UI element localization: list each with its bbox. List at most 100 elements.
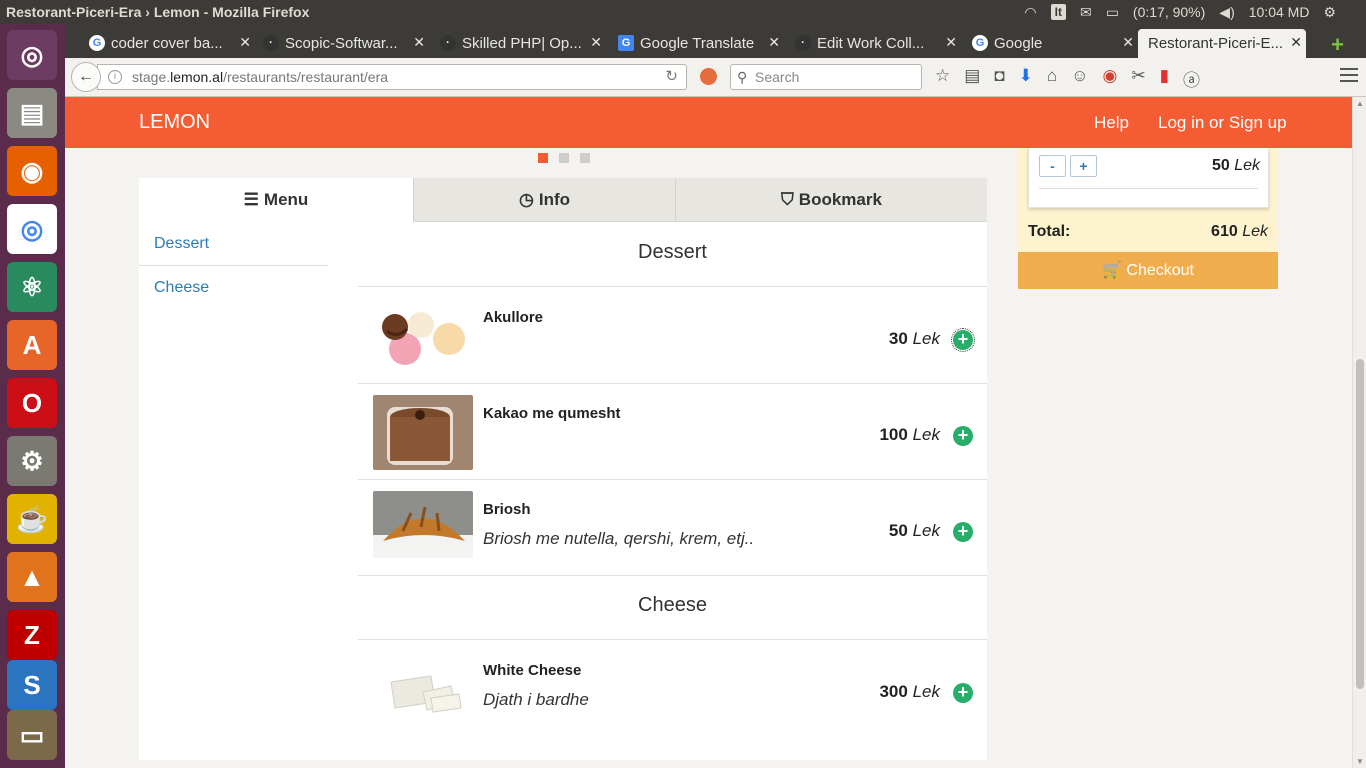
extension-color-icon[interactable]: ◉ xyxy=(1102,66,1117,91)
browser-tab[interactable]: · Edit Work Coll... ✕ xyxy=(793,29,961,58)
close-tab-icon[interactable]: ✕ xyxy=(768,34,780,51)
search-input[interactable]: ⚲ Search xyxy=(730,64,922,90)
teapot-app-icon[interactable]: ☕ xyxy=(7,494,57,544)
new-tab-icon[interactable]: + xyxy=(1331,32,1344,58)
extension-red-icon[interactable]: ▮ xyxy=(1160,66,1169,91)
system-settings-icon[interactable]: ⚙ xyxy=(7,436,57,486)
mail-icon[interactable]: ✉ xyxy=(1080,4,1092,21)
bookmark-star-icon[interactable]: ☆ xyxy=(935,66,950,91)
ubuntu-dash-icon[interactable]: ◎ xyxy=(7,30,57,80)
cheese-image xyxy=(373,652,473,727)
opera-icon[interactable]: O xyxy=(7,378,57,428)
battery-icon[interactable]: ▭ xyxy=(1106,4,1119,21)
browser-tab[interactable]: · Scopic-Softwar... ✕ xyxy=(261,29,429,58)
category-cheese[interactable]: Cheese xyxy=(139,266,328,310)
reload-icon[interactable]: ↻ xyxy=(665,65,678,89)
close-tab-icon[interactable]: ✕ xyxy=(239,34,251,51)
add-to-cart-icon[interactable]: + xyxy=(953,683,973,703)
item-price: 30 Lek xyxy=(888,329,940,348)
category-dessert[interactable]: Dessert xyxy=(139,222,328,266)
toolbar-icons: ☆ ▤ ◘ ⬇ ⌂ ☺ ◉ ✂ ▮ ⓐ xyxy=(935,66,1200,91)
add-to-cart-icon[interactable]: + xyxy=(951,328,975,352)
tab-bookmark-label: Bookmark xyxy=(798,189,882,209)
search-icon: ⚲ xyxy=(737,69,748,85)
vlc-icon[interactable]: ▲ xyxy=(7,552,57,602)
carousel-dot[interactable] xyxy=(559,153,569,163)
home-icon[interactable]: ⌂ xyxy=(1047,66,1057,91)
close-tab-icon[interactable]: ✕ xyxy=(1122,34,1134,51)
skype-icon[interactable]: S xyxy=(7,660,57,710)
increase-quantity-button[interactable]: + xyxy=(1070,155,1097,177)
back-button[interactable]: ← xyxy=(71,62,101,92)
add-to-cart-icon[interactable]: + xyxy=(953,522,973,542)
croissant-image xyxy=(373,491,473,566)
browser-tab-active[interactable]: Restorant-Piceri-E... ✕ xyxy=(1138,29,1306,58)
bookmark-icon: ⛉ xyxy=(781,189,794,209)
decrease-quantity-button[interactable]: - xyxy=(1039,155,1066,177)
firefox-icon[interactable]: ◉ xyxy=(7,146,57,196)
download-icon[interactable]: ⬇ xyxy=(1019,66,1033,91)
adblock-icon[interactable]: ⓐ xyxy=(1183,66,1200,91)
keyboard-layout-indicator[interactable]: It xyxy=(1050,4,1066,20)
software-center-icon[interactable]: A xyxy=(7,320,57,370)
tab-info[interactable]: ◷ Info xyxy=(413,178,675,222)
tab-info-label: Info xyxy=(538,189,570,209)
translate-icon: G xyxy=(618,35,634,51)
browser-tab[interactable]: G coder cover ba... ✕ xyxy=(87,29,255,58)
clock-icon: ◷ xyxy=(519,189,534,209)
reading-list-icon[interactable]: ▤ xyxy=(964,66,980,91)
tab-label: Google Translate xyxy=(640,35,755,52)
close-tab-icon[interactable]: ✕ xyxy=(1290,34,1302,51)
scrollbar-thumb[interactable] xyxy=(1356,359,1364,689)
tab-menu[interactable]: ☰ Menu xyxy=(139,178,413,222)
tab-bookmark[interactable]: ⛉ Bookmark xyxy=(675,178,987,222)
scroll-up-icon[interactable]: ▲ xyxy=(1356,99,1364,108)
files-icon[interactable]: ▤ xyxy=(7,88,57,138)
checkout-button[interactable]: 🛒 Checkout xyxy=(1018,252,1278,289)
page-scrollbar[interactable]: ▲ ▼ xyxy=(1352,97,1366,768)
url-path: /restaurants/restaurant/era xyxy=(223,69,389,85)
url-bar[interactable]: i stage.lemon.al/restaurants/restaurant/… xyxy=(97,64,687,90)
clock[interactable]: 10:04 MD xyxy=(1249,4,1310,20)
site-icon: · xyxy=(795,35,811,51)
cart-item-box: - + 50 Lek xyxy=(1028,148,1269,208)
chat-icon[interactable]: ☺ xyxy=(1071,66,1088,91)
help-link[interactable]: Help xyxy=(1094,113,1129,133)
wifi-icon[interactable]: ◠ xyxy=(1024,4,1036,21)
brand-logo[interactable]: LEMON xyxy=(139,111,210,134)
tab-label: Edit Work Coll... xyxy=(817,35,925,52)
system-tray: ◠ It ✉ ▭ (0:17, 90%) ◀) 10:04 MD ⚙ xyxy=(1024,0,1366,24)
devtools-icon[interactable]: ✂ xyxy=(1131,66,1145,91)
tab-label: Skilled PHP| Op... xyxy=(462,35,582,52)
scanner-icon[interactable]: ▭ xyxy=(7,710,57,760)
close-tab-icon[interactable]: ✕ xyxy=(945,34,957,51)
add-to-cart-icon[interactable]: + xyxy=(953,426,973,446)
battery-status[interactable]: (0:17, 90%) xyxy=(1133,4,1205,20)
cocoa-image xyxy=(373,395,473,470)
filezilla-icon[interactable]: Z xyxy=(7,610,57,660)
settings-gear-icon[interactable]: ⚙ xyxy=(1323,4,1336,21)
os-top-bar: Restorant-Piceri-Era › Lemon - Mozilla F… xyxy=(0,0,1366,24)
chrome-icon[interactable]: ◎ xyxy=(7,204,57,254)
checkout-label: Checkout xyxy=(1126,262,1194,279)
extension-icon[interactable] xyxy=(700,68,717,85)
browser-tab[interactable]: G Google Translate ✕ xyxy=(616,29,784,58)
volume-icon[interactable]: ◀) xyxy=(1219,4,1234,21)
menu-item: Briosh Briosh me nutella, qershi, krem, … xyxy=(358,479,987,575)
site-info-icon[interactable]: i xyxy=(108,70,122,84)
browser-tab[interactable]: G Google ✕ xyxy=(970,29,1138,58)
tab-menu-label: Menu xyxy=(263,190,309,209)
section-title-dessert: Dessert xyxy=(638,241,707,263)
menu-icon[interactable] xyxy=(1340,68,1358,86)
close-tab-icon[interactable]: ✕ xyxy=(413,34,425,51)
login-link[interactable]: Log in or Sign up xyxy=(1158,113,1287,133)
pocket-icon[interactable]: ◘ xyxy=(994,66,1004,91)
menu-item: Kakao me qumesht 100 Lek + xyxy=(358,383,987,479)
browser-tab[interactable]: · Skilled PHP| Op... ✕ xyxy=(438,29,606,58)
atom-icon[interactable]: ⚛ xyxy=(7,262,57,312)
item-name: Briosh xyxy=(483,501,531,518)
carousel-dot[interactable] xyxy=(538,153,548,163)
scroll-down-icon[interactable]: ▼ xyxy=(1356,757,1364,766)
close-tab-icon[interactable]: ✕ xyxy=(590,34,602,51)
carousel-dot[interactable] xyxy=(580,153,590,163)
